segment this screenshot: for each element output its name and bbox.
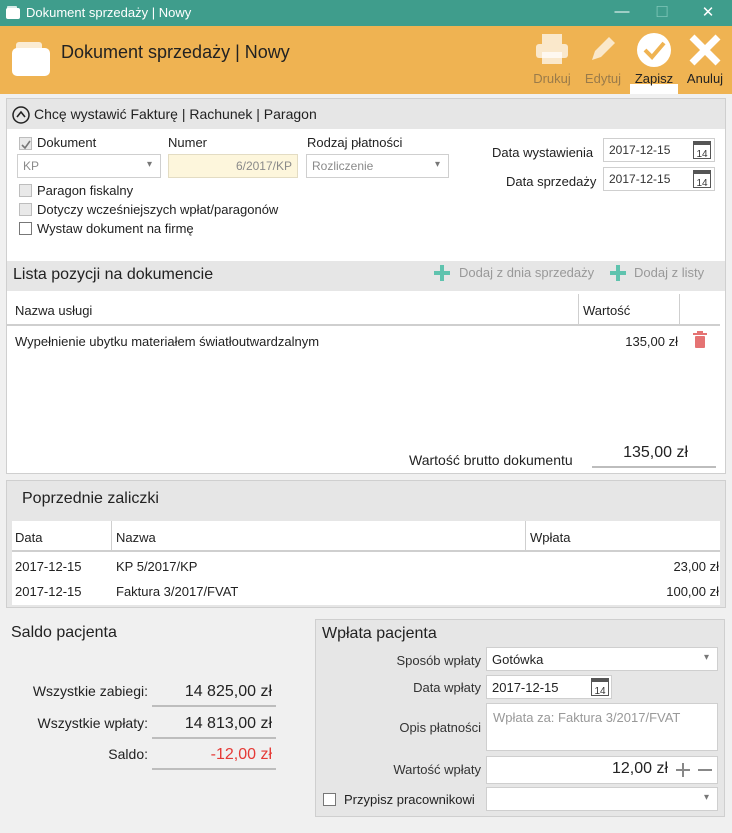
column-divider <box>111 521 112 551</box>
przypisz-label: Przypisz pracownikowi <box>344 792 475 807</box>
opis-textarea[interactable]: Wpłata za: Faktura 3/2017/FVAT <box>486 703 718 751</box>
dotyczy-checkbox[interactable] <box>19 203 32 216</box>
sposob-value: Gotówka <box>492 652 544 667</box>
check-icon <box>637 33 671 67</box>
cancel-button[interactable]: Anuluj <box>681 26 729 94</box>
column-divider <box>525 521 526 551</box>
calendar-icon[interactable]: 14 <box>591 678 609 697</box>
wartosc-label: Wartość wpłaty <box>393 762 481 777</box>
advance-date: 2017-12-15 <box>15 559 82 574</box>
platnosc-label: Rodzaj płatności <box>307 135 403 150</box>
calendar-icon[interactable]: 14 <box>693 141 711 160</box>
wallet-icon <box>6 6 20 19</box>
window-titlebar: Dokument sprzedaży | Nowy — ☐ ✕ <box>0 0 732 26</box>
platnosc-value: Rozliczenie <box>312 159 374 173</box>
total-value: 135,00 zł <box>592 444 716 468</box>
position-value: 135,00 zł <box>625 334 678 349</box>
minimize-button[interactable]: — <box>612 3 632 20</box>
numer-value: 6/2017/KP <box>235 159 292 173</box>
edit-label: Edytuj <box>584 71 622 86</box>
window-title: Dokument sprzedaży | Nowy <box>26 5 192 20</box>
col-wplata[interactable]: Wpłata <box>530 530 570 545</box>
minus-icon[interactable] <box>697 762 713 778</box>
wystaw-firme-checkbox[interactable] <box>19 222 32 235</box>
col-nazwa[interactable]: Nazwa <box>116 530 156 545</box>
balance-title: Saldo pacjenta <box>11 624 117 641</box>
doc-type-toggle[interactable]: Chcę wystawić Fakturę | Rachunek | Parag… <box>34 106 317 122</box>
opis-placeholder: Wpłata za: Faktura 3/2017/FVAT <box>493 710 681 725</box>
paragon-fiskalny-label: Paragon fiskalny <box>37 183 134 198</box>
col-nazwa-uslugi[interactable]: Nazwa usługi <box>15 303 92 318</box>
wallet-icon <box>12 42 50 76</box>
checkmark-icon <box>21 140 31 150</box>
sposob-select[interactable]: Gotówka <box>486 647 718 671</box>
print-label: Drukuj <box>533 71 571 86</box>
dokument-value: KP <box>23 159 40 173</box>
sposob-label: Sposób wpłaty <box>396 653 481 668</box>
data-wplaty-label: Data wpłaty <box>413 680 481 695</box>
zabiegi-value: 14 825,00 zł <box>152 683 276 707</box>
advance-amount: 23,00 zł <box>673 559 719 574</box>
position-name: Wypełnienie ubytku materiałem światłoutw… <box>15 334 320 349</box>
printer-icon <box>536 34 568 64</box>
saldo-value: -12,00 zł <box>152 746 276 770</box>
plus-icon <box>434 265 450 281</box>
close-icon <box>689 34 721 66</box>
data-sprzedazy-value: 2017-12-15 <box>609 172 671 186</box>
save-button[interactable]: Zapisz <box>630 26 678 94</box>
plus-icon <box>610 265 626 281</box>
opis-label: Opis płatności <box>399 720 481 735</box>
positions-title: Lista pozycji na dokumencie <box>13 266 214 283</box>
payment-title: Wpłata pacjenta <box>322 625 437 642</box>
total-label: Wartość brutto dokumentu <box>409 452 573 468</box>
paragon-fiskalny-checkbox[interactable] <box>19 184 32 197</box>
trash-icon[interactable] <box>692 331 708 349</box>
pencil-icon <box>592 37 615 60</box>
advance-amount: 100,00 zł <box>666 584 719 599</box>
edit-button[interactable]: Edytuj <box>580 26 626 94</box>
advances-title: Poprzednie zaliczki <box>22 490 159 507</box>
advance-name: Faktura 3/2017/FVAT <box>116 584 239 599</box>
close-window-button[interactable]: ✕ <box>698 3 718 21</box>
pracownik-select[interactable] <box>486 787 718 811</box>
platnosc-select[interactable]: Rozliczenie <box>306 154 449 178</box>
document-header: Dokument sprzedaży | Nowy Drukuj Edytuj … <box>0 26 732 94</box>
calendar-icon[interactable]: 14 <box>693 170 711 189</box>
wartosc-value[interactable]: 12,00 zł <box>540 760 668 778</box>
dokument-checkbox[interactable] <box>19 137 32 150</box>
zabiegi-label: Wszystkie zabiegi: <box>32 683 148 699</box>
advance-date: 2017-12-15 <box>15 584 82 599</box>
wplaty-label: Wszystkie wpłaty: <box>37 715 148 731</box>
add-from-list-label: Dodaj z listy <box>634 265 705 280</box>
dotyczy-label: Dotyczy wcześniejszych wpłat/paragonów <box>37 202 279 217</box>
numer-field[interactable]: 6/2017/KP <box>168 154 298 178</box>
advance-name: KP 5/2017/KP <box>116 559 198 574</box>
col-data[interactable]: Data <box>15 530 42 545</box>
save-label: Zapisz <box>634 71 674 86</box>
maximize-button[interactable]: ☐ <box>652 3 672 21</box>
plus-icon[interactable] <box>675 762 691 778</box>
wystaw-firme-label: Wystaw dokument na firmę <box>37 221 194 236</box>
column-divider <box>578 294 579 324</box>
add-from-day-label: Dodaj z dnia sprzedaży <box>459 265 595 280</box>
wplaty-value: 14 813,00 zł <box>152 715 276 739</box>
cancel-label: Anuluj <box>686 71 724 86</box>
data-wystawienia-label: Data wystawienia <box>492 145 594 160</box>
data-wplaty-value: 2017-12-15 <box>492 680 559 695</box>
col-wartosc[interactable]: Wartość <box>583 303 630 318</box>
chevron-up-circle-icon[interactable] <box>12 106 30 124</box>
page-title: Dokument sprzedaży | Nowy <box>61 42 290 62</box>
column-divider <box>679 294 680 324</box>
dokument-select[interactable]: KP <box>17 154 161 178</box>
dokument-label: Dokument <box>37 135 97 150</box>
data-wystawienia-value: 2017-12-15 <box>609 143 671 157</box>
saldo-label: Saldo: <box>108 746 148 762</box>
data-sprzedazy-label: Data sprzedaży <box>506 174 597 189</box>
print-button[interactable]: Drukuj <box>529 26 575 94</box>
numer-label: Numer <box>168 135 208 150</box>
przypisz-checkbox[interactable] <box>323 793 336 806</box>
